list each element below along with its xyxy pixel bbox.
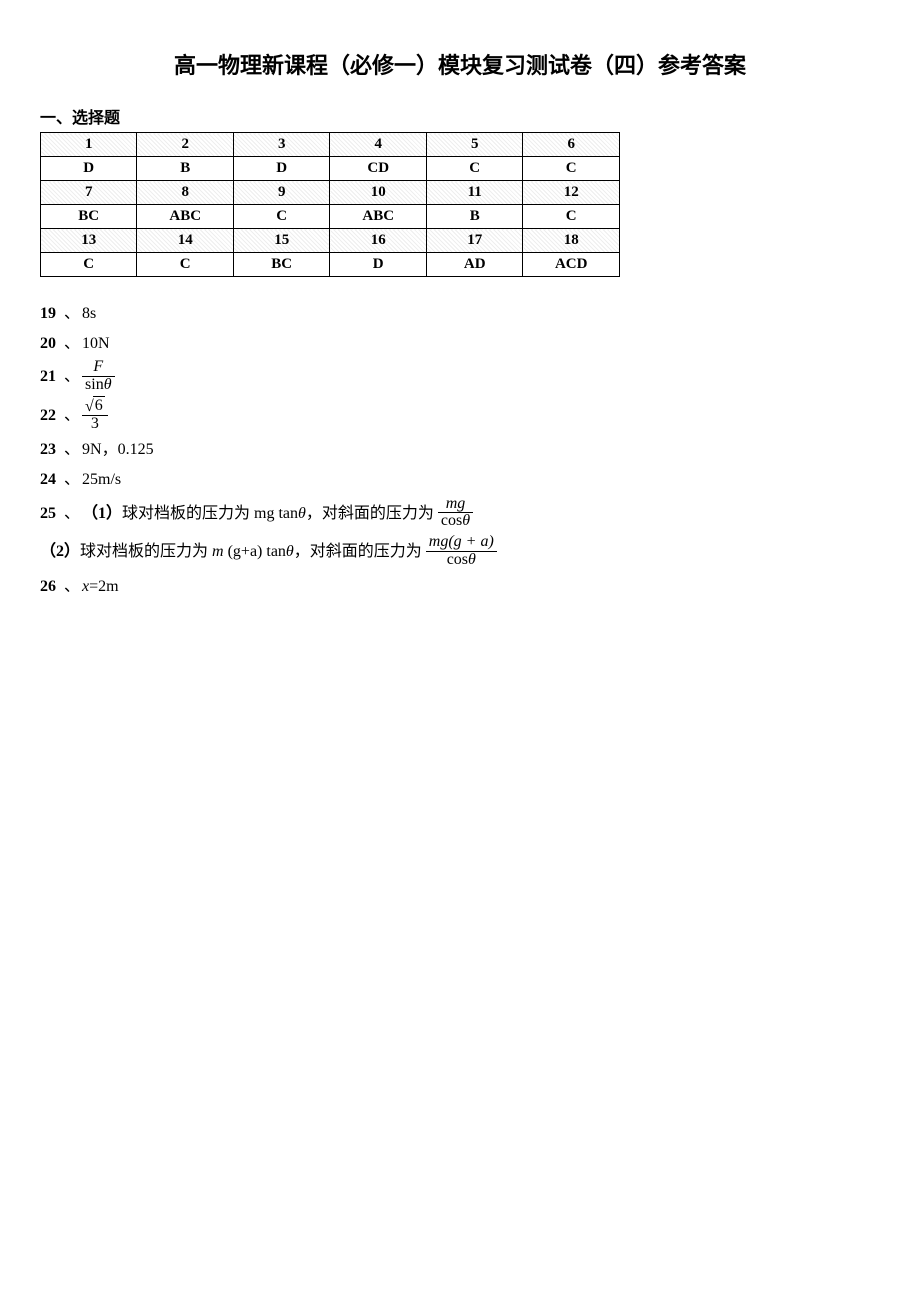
q-answer: F sinθ	[82, 360, 115, 395]
q-number: 19	[40, 301, 64, 327]
q-number: 22	[40, 403, 64, 429]
separator: 、	[64, 574, 80, 600]
fraction-denominator: sinθ	[82, 377, 115, 394]
mcq-q-num: 3	[233, 133, 329, 157]
mcq-q-ans: BC	[233, 253, 329, 277]
mcq-row-nums-2: 7 8 9 10 11 12	[41, 181, 620, 205]
fraction-numerator: mg(g + a)	[426, 534, 497, 552]
answer-20: 20、 10N	[40, 331, 880, 357]
free-response-answers: 19、 8s 20、 10N 21、 F sinθ 22、 6 3 23、 9N…	[40, 301, 880, 599]
q-answer: 8s	[82, 301, 96, 327]
mcq-q-num: 11	[426, 181, 522, 205]
fraction-numerator: mg	[438, 496, 473, 514]
mcq-q-num: 2	[137, 133, 234, 157]
mcq-q-ans: C	[137, 253, 234, 277]
mcq-q-ans: D	[233, 157, 329, 181]
mcq-q-num: 7	[41, 181, 137, 205]
q-answer: 10N	[82, 331, 110, 357]
answer-23: 23、 9N，0.125	[40, 437, 880, 463]
mcq-q-num: 8	[137, 181, 234, 205]
mcq-q-ans: B	[137, 157, 234, 181]
fraction-numerator: F	[82, 359, 115, 377]
section-heading-mcq: 一、选择题	[40, 104, 880, 128]
q-answer: 25m/s	[82, 467, 121, 493]
mcq-q-ans: BC	[41, 205, 137, 229]
fraction-denominator: cosθ	[438, 513, 473, 530]
answer-26: 26、 x=2m	[40, 574, 880, 600]
mcq-row-ans-2: BC ABC C ABC B C	[41, 205, 620, 229]
separator: 、	[64, 301, 80, 327]
mcq-q-num: 12	[523, 181, 620, 205]
answer-21: 21、 F sinθ	[40, 360, 880, 395]
separator: 、	[64, 331, 80, 357]
mcq-q-num: 5	[426, 133, 522, 157]
mcq-q-ans: B	[426, 205, 522, 229]
q-answer: （2）球对档板的压力为 m (g+a) tanθ，对斜面的压力为 mg(g + …	[40, 535, 497, 570]
mcq-q-ans: CD	[330, 157, 427, 181]
mcq-q-ans: C	[523, 205, 620, 229]
answer-22: 22、 6 3	[40, 399, 880, 434]
mcq-q-ans: C	[41, 253, 137, 277]
fraction-denominator: cosθ	[426, 552, 497, 569]
mcq-q-ans: ABC	[330, 205, 427, 229]
mcq-q-num: 13	[41, 229, 137, 253]
mcq-q-ans: C	[426, 157, 522, 181]
mcq-row-nums-1: 1 2 3 4 5 6	[41, 133, 620, 157]
q-answer: （1）球对档板的压力为 mg tanθ，对斜面的压力为 mg cosθ	[82, 497, 473, 532]
mcq-q-num: 14	[137, 229, 234, 253]
separator: 、	[64, 364, 80, 390]
answer-19: 19、 8s	[40, 301, 880, 327]
fraction-numerator: 6	[82, 398, 108, 416]
mcq-q-num: 6	[523, 133, 620, 157]
mcq-row-ans-1: D B D CD C C	[41, 157, 620, 181]
q-number: 26	[40, 574, 64, 600]
fraction: mg(g + a) cosθ	[426, 534, 497, 569]
fraction-denominator: 3	[82, 416, 108, 433]
q-answer: x=2m	[82, 574, 119, 600]
mcq-q-ans: C	[233, 205, 329, 229]
mcq-q-ans: D	[41, 157, 137, 181]
fraction: mg cosθ	[438, 496, 473, 531]
mcq-q-num: 15	[233, 229, 329, 253]
mcq-q-ans: ABC	[137, 205, 234, 229]
mcq-q-num: 1	[41, 133, 137, 157]
mcq-q-ans: ACD	[523, 253, 620, 277]
mcq-q-ans: C	[523, 157, 620, 181]
answer-25-part2: （2）球对档板的压力为 m (g+a) tanθ，对斜面的压力为 mg(g + …	[40, 535, 880, 570]
answer-24: 24、 25m/s	[40, 467, 880, 493]
answer-25-part1: 25、 （1）球对档板的压力为 mg tanθ，对斜面的压力为 mg cosθ	[40, 497, 880, 532]
mcq-q-num: 9	[233, 181, 329, 205]
mcq-q-ans: AD	[426, 253, 522, 277]
separator: 、	[64, 437, 80, 463]
mcq-q-ans: D	[330, 253, 427, 277]
q-number: 25	[40, 501, 64, 527]
fraction: 6 3	[82, 398, 108, 433]
q-number: 24	[40, 467, 64, 493]
q-answer: 6 3	[82, 399, 108, 434]
q-answer: 9N，0.125	[82, 437, 154, 463]
mcq-answer-table: 1 2 3 4 5 6 D B D CD C C 7 8 9 10 11 12 …	[40, 132, 620, 277]
q-number: 23	[40, 437, 64, 463]
mcq-q-num: 17	[426, 229, 522, 253]
mcq-q-num: 16	[330, 229, 427, 253]
separator: 、	[64, 501, 80, 527]
separator: 、	[64, 467, 80, 493]
part-label: （1）	[82, 505, 122, 522]
separator: 、	[64, 403, 80, 429]
q-number: 20	[40, 331, 64, 357]
mcq-q-num: 18	[523, 229, 620, 253]
fraction: F sinθ	[82, 359, 115, 394]
mcq-row-nums-3: 13 14 15 16 17 18	[41, 229, 620, 253]
mcq-q-num: 10	[330, 181, 427, 205]
sqrt: 6	[85, 398, 105, 415]
mcq-row-ans-3: C C BC D AD ACD	[41, 253, 620, 277]
mcq-q-num: 4	[330, 133, 427, 157]
page-title: 高一物理新课程（必修一）模块复习测试卷（四）参考答案	[40, 48, 880, 80]
q-number: 21	[40, 364, 64, 390]
part-label: （2）	[40, 543, 80, 560]
